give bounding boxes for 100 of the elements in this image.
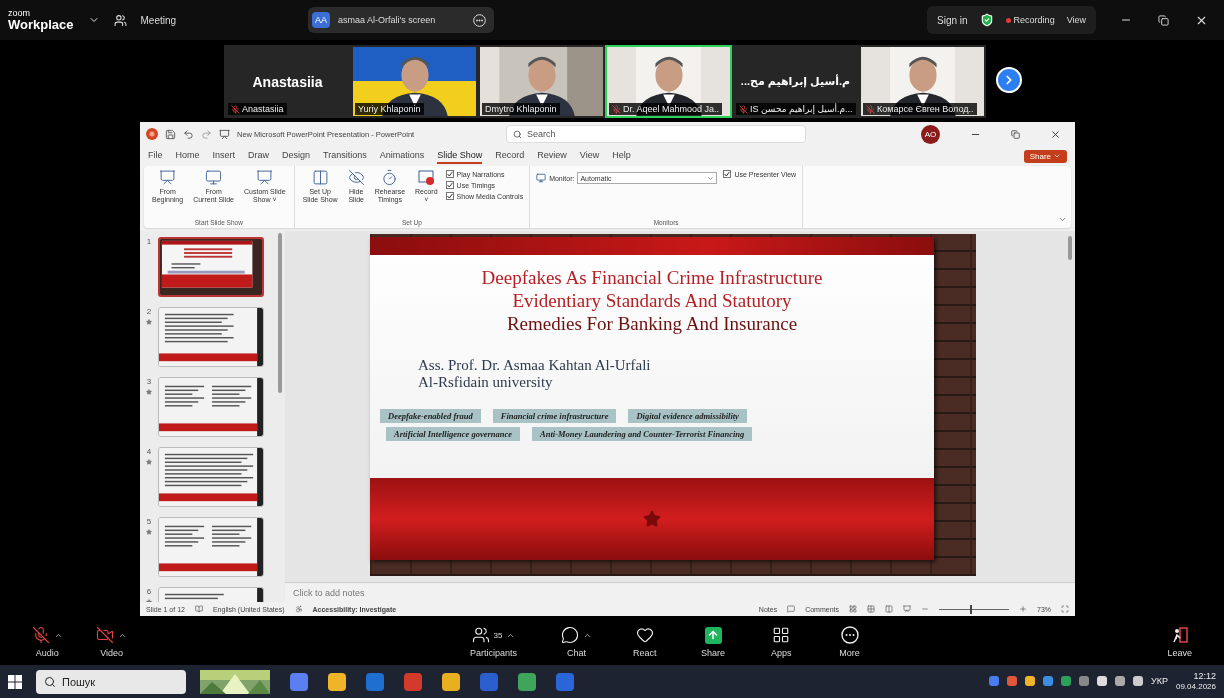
slide-thumbnail[interactable] — [158, 447, 264, 507]
presentation-icon — [219, 128, 230, 140]
clock-date: 09.04.2026 — [1175, 682, 1216, 692]
keyword-tag: Artificial Intelligence governance — [386, 427, 521, 442]
caption-text: Dmytro Khlaponin — [485, 104, 557, 114]
video-tile[interactable]: م.أسيل إبراهيم مح... IS م.أسيل إبراهيم محسن... — [732, 45, 859, 118]
checkbox[interactable] — [445, 181, 454, 189]
keyword-tag: Deepfake-enabled fraud — [380, 409, 481, 424]
meeting-control[interactable]: 35 Participants — [444, 625, 543, 658]
meeting-control[interactable]: Chat — [542, 625, 611, 658]
presentation-icon — [159, 169, 177, 186]
caption-text: Anastasiia — [242, 104, 284, 114]
participant-name: Anastasiia — [252, 73, 323, 90]
video-tile[interactable]: Yuriy Khlaponin — [351, 45, 478, 118]
monitor-icon — [205, 169, 223, 186]
ribbon-tab[interactable]: View — [579, 148, 600, 164]
video-tile[interactable]: Комарсе Євген Волод.. — [859, 45, 986, 118]
monitor-icon — [536, 173, 547, 183]
taskbar-app-icon[interactable] — [442, 672, 460, 691]
share-label: asmaa Al-Orfali's screen — [338, 15, 436, 25]
reading-view-icon — [885, 605, 893, 613]
save-icon — [165, 128, 176, 140]
comment-icon — [787, 605, 796, 613]
meeting-control[interactable]: React — [610, 625, 679, 658]
ribbon-tab[interactable]: Review — [537, 148, 567, 164]
fit-icon — [1061, 605, 1069, 613]
next-page-button[interactable] — [996, 67, 1022, 93]
collapse-icon — [1058, 215, 1067, 224]
ribbon-tab[interactable]: Animations — [379, 148, 425, 164]
redo-icon — [201, 128, 212, 140]
ribbon-tab[interactable]: Design — [282, 148, 311, 164]
keyword-tag: Financial crime infrastructure — [492, 409, 617, 424]
view-button[interactable]: View — [1066, 15, 1086, 25]
ribbon-tab[interactable]: Slide Show — [437, 148, 483, 164]
meeting-control[interactable]: Audio — [20, 625, 75, 658]
share-button[interactable]: Share — [1023, 149, 1067, 163]
checkbox[interactable] — [445, 192, 454, 200]
video-tile[interactable]: Anastasiia Anastasiia — [224, 45, 351, 118]
timer-icon — [381, 169, 399, 186]
heart-icon — [635, 626, 654, 644]
user-avatar[interactable]: AO — [921, 124, 940, 144]
ribbon-tab[interactable]: Insert — [212, 148, 236, 164]
presentation-icon — [903, 605, 911, 613]
slide-title: Remedies For Banking And Insurance — [505, 312, 799, 336]
slide-number: 1 — [146, 237, 152, 246]
meeting-control[interactable]: Apps — [747, 625, 816, 658]
meeting-label: Meeting — [140, 14, 177, 26]
zoom-out-icon — [921, 605, 929, 613]
recording-dot — [1005, 17, 1011, 23]
share-icon — [704, 626, 722, 644]
ribbon-tab[interactable]: Home — [175, 148, 200, 164]
taskbar-app-icon[interactable] — [290, 672, 308, 691]
slide-number: 2 — [146, 307, 152, 316]
taskbar-search[interactable]: Пошук — [36, 669, 186, 694]
keyword-tag: Anti-Money Laundering and Counter-Terrorist Financing — [532, 427, 753, 442]
search-icon — [513, 129, 522, 139]
tray-icon[interactable] — [1115, 676, 1125, 687]
slide-number: 4 — [146, 447, 152, 456]
checkbox[interactable] — [445, 170, 454, 178]
video-tile[interactable]: Dr. Aqeel Mahmood Ja.. — [605, 45, 732, 118]
ribbon-tab[interactable]: File — [148, 148, 163, 164]
input-language[interactable]: УКР — [1151, 676, 1168, 687]
screen-share-pill[interactable]: AA asmaa Al-Orfali's screen — [308, 7, 494, 33]
close-icon — [1050, 128, 1061, 140]
taskbar-app-icon[interactable] — [518, 672, 536, 691]
ribbon-tab[interactable]: Draw — [248, 148, 270, 164]
record-icon — [417, 169, 435, 186]
meeting-control[interactable]: More — [815, 625, 884, 658]
notes-area[interactable]: Click to add notes — [285, 582, 1075, 602]
tray-icon[interactable] — [1097, 676, 1107, 687]
meeting-control[interactable]: Video — [74, 625, 149, 658]
taskbar-app-icon[interactable] — [328, 672, 346, 691]
keyword-tag: Digital evidence admissibility — [628, 409, 747, 424]
logo-caption: zoom — [8, 9, 31, 18]
app-icon — [146, 128, 158, 140]
meeting-control[interactable]: Share — [678, 625, 748, 658]
caption-text: IS م.أسيل إبراهيم محسن... — [750, 104, 853, 114]
slide-number: 6 — [146, 587, 152, 596]
normal-view-icon — [849, 605, 857, 613]
meeting-control[interactable]: Leave — [1145, 625, 1214, 658]
ribbon-tab[interactable]: Transitions — [323, 148, 367, 164]
slide-thumbnail[interactable] — [158, 237, 264, 297]
search-input[interactable]: Search — [527, 129, 727, 139]
sign-in-link[interactable]: Sign in — [937, 14, 968, 26]
slide-thumbnail[interactable] — [158, 377, 264, 437]
video-tile[interactable]: Dmytro Khlaponin — [478, 45, 605, 118]
ribbon-tab[interactable]: Record — [495, 148, 525, 164]
tray-icon[interactable] — [1061, 676, 1071, 687]
ribbon-tab[interactable]: Help — [612, 148, 631, 164]
checkbox[interactable] — [723, 170, 732, 178]
zoom-in-icon — [1019, 605, 1027, 613]
search-icon — [44, 675, 56, 688]
author-name: Ass. Prof. Dr. Asmaa Kahtan Al-Urfali — [418, 357, 652, 375]
slide-thumbnail[interactable] — [158, 517, 264, 577]
slide-thumbnail[interactable] — [158, 307, 264, 367]
muted-microphone-icon — [31, 626, 50, 644]
caption-text: Комарсе Євген Волод.. — [877, 104, 974, 114]
search-bar[interactable]: Search — [506, 125, 806, 143]
tray-icon[interactable] — [1025, 676, 1035, 687]
tray-icon[interactable] — [1133, 676, 1143, 687]
